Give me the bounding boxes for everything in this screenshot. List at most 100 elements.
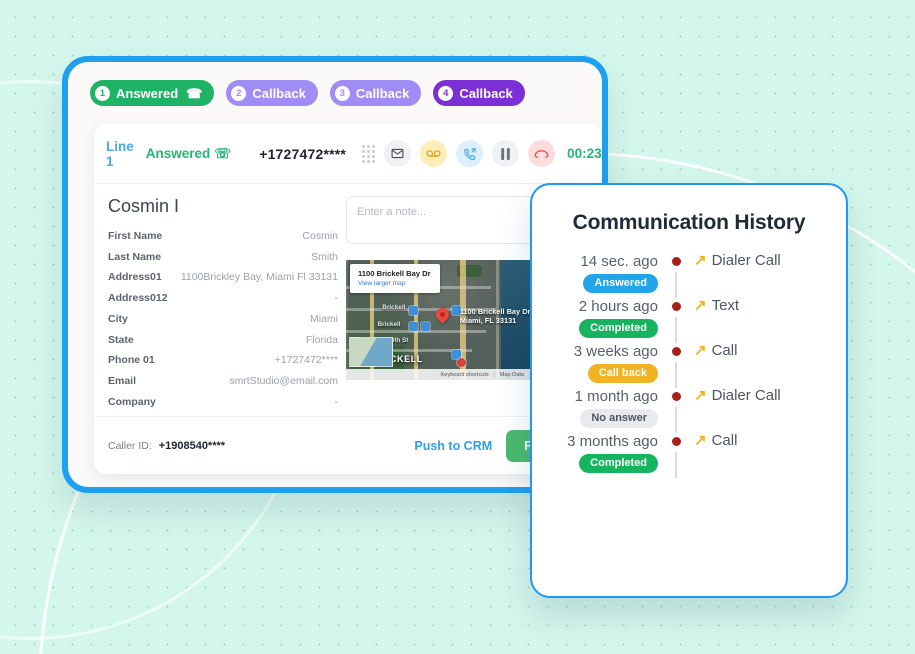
field-value: -	[334, 395, 339, 408]
field-label: Phone 01	[108, 354, 155, 367]
field-label: Address01	[108, 271, 162, 284]
history-timeline	[658, 298, 694, 343]
field-label: Email	[108, 374, 137, 387]
dialpad-icon[interactable]	[362, 144, 376, 163]
field-value: Florida	[305, 333, 338, 346]
history-item-right: ↗ Text	[694, 298, 826, 313]
field-value: -	[334, 292, 339, 305]
voicemail-button[interactable]	[420, 140, 448, 167]
map-minimap-thumbnail[interactable]	[349, 337, 393, 367]
phone-answered-icon: ☎	[186, 85, 203, 101]
timeline-connector	[675, 407, 677, 433]
tab-3-number: 3	[334, 85, 350, 101]
caller-id: Caller ID: +1908540****	[108, 440, 225, 452]
history-item-type: Call	[711, 432, 738, 449]
history-item-right: ↗ Call	[694, 433, 826, 448]
tab-2-number: 2	[231, 85, 247, 101]
map-poi-label: Brickell	[377, 321, 401, 329]
call-status-label: Answered	[145, 146, 211, 161]
field-label: Last Name	[108, 250, 162, 263]
timeline-connector	[675, 362, 677, 388]
history-item-right: ↗ Dialer Call	[694, 253, 826, 268]
history-item-left: 3 weeks ago Call back	[552, 343, 658, 383]
history-item-left: 14 sec. ago Answered	[552, 253, 658, 293]
field-row: Email smrtStudio@email.com	[108, 371, 338, 392]
history-item[interactable]: 2 hours ago Completed ↗ Text	[552, 298, 826, 343]
timeline-dot-icon	[671, 347, 681, 356]
field-row: Phone 01 +1727472****	[108, 350, 338, 371]
history-timeline	[658, 253, 694, 298]
history-item-status-badge: No answer	[580, 409, 658, 428]
history-item-status-badge: Call back	[587, 364, 658, 383]
contact-details: Cosmin I First Name Cosmin Last Name Smi…	[94, 196, 346, 414]
phone-hangup-icon	[534, 149, 549, 158]
timeline-dot-icon	[671, 437, 681, 446]
contact-name: Cosmin I	[108, 196, 180, 216]
tab-4-number: 4	[438, 85, 454, 101]
hangup-button[interactable]	[528, 140, 556, 167]
history-item-status-badge: Completed	[579, 454, 658, 473]
field-label: State	[108, 333, 134, 346]
history-item-right: ↗ Call	[694, 343, 826, 358]
map-poi-label: Brickell	[382, 304, 406, 312]
history-item[interactable]: 1 month ago No answer ↗ Dialer Call	[552, 388, 826, 433]
history-item-type: Call	[711, 342, 738, 359]
message-button[interactable]	[384, 140, 412, 167]
tab-call-1[interactable]: 1 Answered ☎	[90, 80, 215, 106]
tab-1-number: 1	[95, 85, 110, 101]
history-item-left: 1 month ago No answer	[552, 388, 658, 428]
field-label: Company	[108, 395, 156, 408]
field-row: Address01 1100Brickley Bay, Miami Fl 331…	[108, 267, 338, 288]
field-value: Smith	[311, 250, 338, 263]
field-label: First Name	[108, 230, 163, 243]
call-footer: Caller ID: +1908540**** Push to CRM Fina…	[94, 416, 602, 474]
caller-id-value: +1908540****	[158, 439, 226, 452]
tab-4-label: Callback	[459, 85, 513, 101]
push-to-crm-button[interactable]: Push to CRM	[414, 439, 492, 453]
history-item-left: 2 hours ago Completed	[552, 298, 658, 338]
history-item-time: 1 month ago	[574, 388, 658, 405]
history-item-time: 2 hours ago	[578, 298, 658, 315]
history-item[interactable]: 3 weeks ago Call back ↗ Call	[552, 343, 826, 388]
history-item[interactable]: 3 months ago Completed ↗ Call	[552, 433, 826, 478]
call-tabs: 1 Answered ☎ 2 Callback 3 Callback 4 Cal…	[90, 80, 525, 106]
timeline-dot-icon	[671, 392, 681, 401]
history-item-type: Dialer Call	[711, 387, 781, 404]
field-value: smrtStudio@email.com	[229, 374, 338, 387]
hold-button[interactable]	[492, 140, 520, 167]
history-item-time: 3 months ago	[567, 433, 658, 450]
map-attr-map-data: Map Data	[493, 371, 529, 378]
map-info-title: 1100 Brickell Bay Dr	[358, 269, 431, 278]
history-timeline	[658, 433, 694, 478]
tab-call-3[interactable]: 3 Callback	[329, 80, 422, 106]
history-item-status-badge: Answered	[583, 274, 658, 293]
transfer-call-button[interactable]	[456, 140, 484, 167]
field-row: Address012 -	[108, 288, 338, 309]
history-item-right: ↗ Dialer Call	[694, 388, 826, 403]
map-attr-keyboard-shortcuts[interactable]: Keyboard shortcuts	[436, 372, 494, 378]
voicemail-icon	[426, 150, 441, 157]
outgoing-arrow-icon: ↗	[694, 432, 707, 449]
envelope-icon	[391, 148, 404, 159]
call-timer: 00:23	[567, 146, 602, 161]
call-line-label[interactable]: Line 1	[106, 139, 134, 169]
field-value: +1727472****	[274, 354, 338, 367]
timeline-connector	[675, 272, 677, 298]
tab-call-2[interactable]: 2 Callback	[226, 80, 318, 106]
call-body: Cosmin I First Name Cosmin Last Name Smi…	[94, 184, 602, 414]
field-value: 1100Brickley Bay, Miami Fl 33131	[180, 271, 338, 284]
history-item[interactable]: 14 sec. ago Answered ↗ Dialer Call	[552, 253, 826, 298]
timeline-dot-icon	[671, 257, 681, 266]
field-row: First Name Cosmin	[108, 226, 338, 247]
map-info-card: 1100 Brickell Bay Dr View larger map	[350, 264, 440, 294]
history-timeline	[658, 343, 694, 388]
communication-history-panel: Communication History 14 sec. ago Answer…	[530, 183, 848, 598]
history-item-type: Text	[711, 297, 740, 314]
view-larger-map-link[interactable]: View larger map	[358, 280, 431, 287]
tab-call-4[interactable]: 4 Callback	[433, 80, 525, 106]
history-item-status-badge: Completed	[579, 319, 658, 338]
field-value: Cosmin	[302, 230, 338, 243]
history-item-type: Dialer Call	[711, 252, 781, 269]
pause-icon	[501, 147, 510, 160]
tab-3-label: Callback	[355, 85, 410, 101]
